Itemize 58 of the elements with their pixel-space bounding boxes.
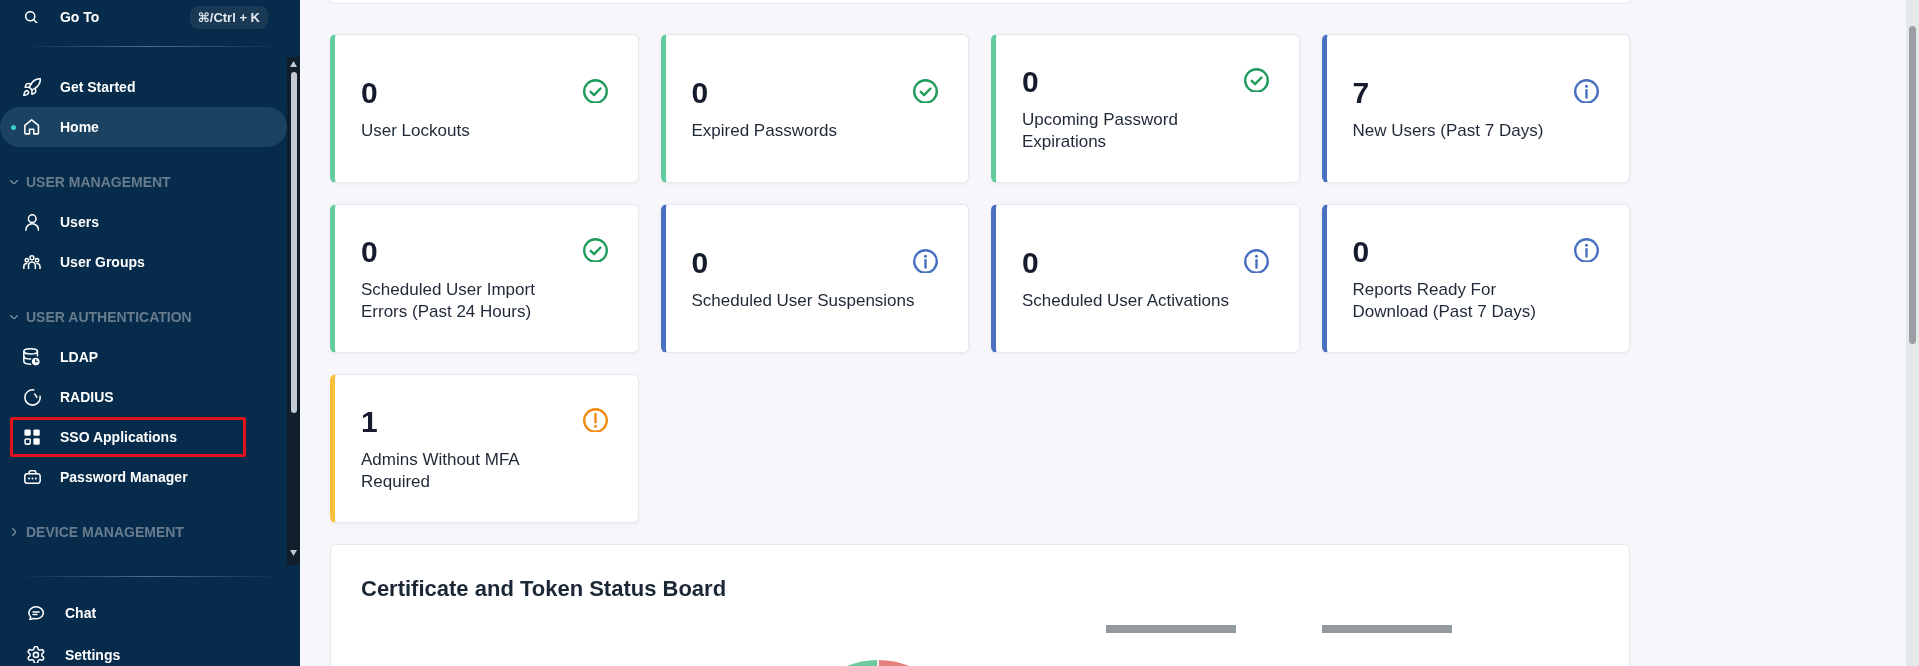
stat-value: 7 [1352,75,1370,111]
stat-value: 0 [1352,234,1370,270]
stat-label: Upcoming Password Expirations [1022,109,1178,153]
nav-item[interactable]: SSO Applications [10,417,246,457]
check-circle-icon [582,78,608,104]
stat-value: 0 [691,245,709,281]
stat-label: New Users (Past 7 Days) [1352,120,1544,142]
nav-item[interactable]: Home [0,107,287,147]
home-icon [24,119,40,135]
password-icon [23,470,41,484]
chat-bubble-icon [27,605,45,621]
dial-icon [23,388,41,406]
nav-item[interactable]: Password Manager [0,457,287,497]
user-icon [24,213,40,231]
stat-label: User Lockouts [361,120,470,142]
search-icon [25,10,38,24]
check-circle-icon [913,78,938,104]
users-icon [23,254,41,270]
info-icon [1574,237,1599,263]
settings-icon [27,645,45,664]
scroll-up-arrow-icon[interactable] [290,61,297,67]
stat-value: 0 [361,75,378,111]
rocket-icon [22,77,42,97]
go-to-button[interactable]: Go To [25,7,100,27]
info-icon [913,248,938,274]
stat-value: 0 [1022,245,1039,281]
scrollbar-thumb[interactable] [290,72,297,413]
stat-label: Scheduled User Suspensions [691,290,915,312]
scrollbar-thumb[interactable] [1909,26,1916,344]
check-circle-icon [582,237,608,263]
panel-title: Certificate and Token Status Board [361,576,727,602]
nav-item[interactable]: LDAP [0,337,287,377]
grid-icon [23,428,41,446]
nav-item[interactable]: Get Started [0,67,287,107]
nav-item[interactable]: Chat [0,593,287,633]
nav-item[interactable]: User Groups [0,242,287,282]
keyboard-shortcut: ⌘/Ctrl + K [189,5,268,29]
nav-item[interactable]: RADIUS [0,377,287,417]
scrollbar-track[interactable] [287,57,300,565]
stat-label: Scheduled User Import Errors (Past 24 Hours) [361,279,535,323]
check-circle-icon [1243,67,1269,93]
stat-label: Scheduled User Activations [1022,290,1229,312]
stat-label: Reports Ready For Download (Past 7 Days) [1352,279,1536,323]
scrollbar-track[interactable] [1906,0,1919,666]
stat-value: 1 [361,404,378,440]
stat-label: Admins Without MFA Required [361,449,520,493]
nav-item[interactable]: Settings [0,633,287,665]
stat-value: 0 [691,75,709,111]
stat-value: 0 [1022,64,1039,100]
info-icon [1574,78,1599,104]
database-clock-icon [23,348,41,366]
scroll-down-arrow-icon[interactable] [290,550,297,556]
info-icon [1243,248,1269,274]
nav-item[interactable]: Users [0,202,287,242]
stat-label: Expired Passwords [691,120,837,142]
alert-circle-icon [582,407,608,433]
stat-value: 0 [361,234,378,270]
dot-icon [11,125,16,130]
